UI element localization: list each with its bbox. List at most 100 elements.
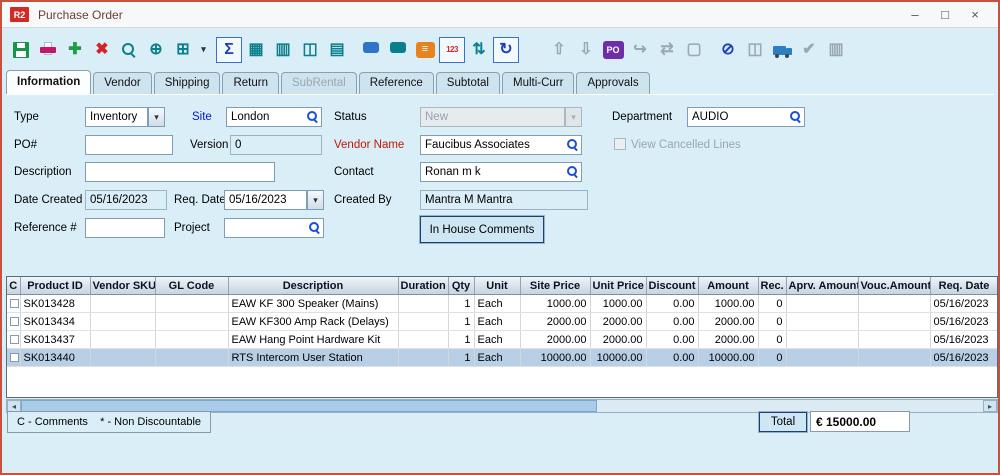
table-cell[interactable]: 2000.00: [520, 313, 590, 331]
table-cell[interactable]: [155, 313, 228, 331]
table-cell[interactable]: [786, 349, 858, 367]
search-icon[interactable]: [116, 37, 142, 63]
table-cell[interactable]: [90, 313, 155, 331]
column-header-gl-code[interactable]: GL Code: [155, 277, 228, 295]
column-header-vendor-sku[interactable]: Vendor SKU: [90, 277, 155, 295]
lookup-icon[interactable]: ▥: [270, 37, 296, 63]
table-cell[interactable]: 1: [448, 313, 474, 331]
column-header-description[interactable]: Description: [228, 277, 398, 295]
table-cell[interactable]: [858, 313, 930, 331]
print-icon[interactable]: [35, 37, 61, 63]
column-header-c[interactable]: C: [7, 277, 20, 295]
zoom-icon[interactable]: ⊕: [143, 37, 169, 63]
recalculate-icon[interactable]: 123: [439, 37, 465, 63]
more-dropdown-icon[interactable]: ▾: [197, 37, 210, 63]
table-row[interactable]: SK013428EAW KF 300 Speaker (Mains)1Each1…: [7, 295, 998, 313]
table-cell[interactable]: [155, 331, 228, 349]
table-cell[interactable]: Each: [474, 331, 520, 349]
grid-view-icon[interactable]: ▦: [243, 37, 269, 63]
line-checkbox[interactable]: [10, 317, 19, 326]
table-cell[interactable]: 1000.00: [520, 295, 590, 313]
table-cell[interactable]: SK013440: [20, 349, 90, 367]
tab-approvals[interactable]: Approvals: [576, 72, 649, 94]
table-cell[interactable]: 2000.00: [698, 331, 758, 349]
table-cell[interactable]: 10000.00: [520, 349, 590, 367]
table-cell[interactable]: [786, 331, 858, 349]
column-header-rec-[interactable]: Rec.: [758, 277, 786, 295]
table-cell[interactable]: 0: [758, 313, 786, 331]
table-cell[interactable]: 0: [758, 349, 786, 367]
ship-truck-icon[interactable]: [769, 37, 795, 63]
container-icon[interactable]: ≡: [412, 37, 438, 63]
line-checkbox[interactable]: [10, 335, 19, 344]
column-header-amount[interactable]: Amount: [698, 277, 758, 295]
table-row[interactable]: SK013440RTS Intercom User Station1Each10…: [7, 349, 998, 367]
layers-icon[interactable]: ▤: [324, 37, 350, 63]
table-cell[interactable]: [155, 349, 228, 367]
chevron-down-icon[interactable]: ▾: [148, 107, 165, 127]
table-cell[interactable]: 05/16/2023: [930, 295, 998, 313]
table-cell[interactable]: 1000.00: [698, 295, 758, 313]
save-icon[interactable]: [8, 37, 34, 63]
cancel-po-icon[interactable]: ⊘: [715, 37, 741, 63]
in-house-comments-button[interactable]: In House Comments: [420, 216, 544, 243]
comments-icon[interactable]: [358, 37, 384, 63]
column-header-qty[interactable]: Qty: [448, 277, 474, 295]
table-cell[interactable]: EAW Hang Point Hardware Kit: [228, 331, 398, 349]
table-cell[interactable]: 0.00: [646, 349, 698, 367]
table-cell[interactable]: [858, 295, 930, 313]
table-row[interactable]: SK013434EAW KF300 Amp Rack (Delays)1Each…: [7, 313, 998, 331]
maximize-icon[interactable]: □: [930, 4, 960, 26]
description-input[interactable]: [85, 162, 275, 182]
department-search-icon[interactable]: [790, 111, 802, 123]
send-comments-icon[interactable]: [385, 37, 411, 63]
table-cell[interactable]: 0.00: [646, 313, 698, 331]
table-cell[interactable]: RTS Intercom User Station: [228, 349, 398, 367]
close-icon[interactable]: ×: [960, 4, 990, 26]
table-cell[interactable]: 0: [758, 331, 786, 349]
reference-input[interactable]: [85, 218, 165, 238]
site-search-icon[interactable]: [307, 111, 319, 123]
column-header-unit-price[interactable]: Unit Price: [590, 277, 646, 295]
table-cell[interactable]: [90, 331, 155, 349]
table-cell[interactable]: [398, 295, 448, 313]
column-header-unit[interactable]: Unit: [474, 277, 520, 295]
table-cell[interactable]: [786, 313, 858, 331]
table-cell[interactable]: [858, 331, 930, 349]
table-cell[interactable]: [155, 295, 228, 313]
refresh-icon[interactable]: ↻: [493, 37, 519, 63]
table-cell[interactable]: 05/16/2023: [930, 313, 998, 331]
table-cell[interactable]: [90, 295, 155, 313]
scroll-right-icon[interactable]: ▸: [983, 400, 997, 412]
table-cell[interactable]: 1: [448, 331, 474, 349]
table-cell[interactable]: EAW KF300 Amp Rack (Delays): [228, 313, 398, 331]
tab-vendor[interactable]: Vendor: [93, 72, 151, 94]
table-cell[interactable]: 0: [758, 295, 786, 313]
tab-reference[interactable]: Reference: [359, 72, 434, 94]
table-cell[interactable]: Each: [474, 349, 520, 367]
table-cell[interactable]: 05/16/2023: [930, 331, 998, 349]
project-search-icon[interactable]: [309, 222, 321, 234]
table-cell[interactable]: 0.00: [646, 331, 698, 349]
contact-input[interactable]: [420, 162, 582, 182]
column-header-product-id[interactable]: Product ID: [20, 277, 90, 295]
column-header-vouc-amount[interactable]: Vouc.Amount: [858, 277, 930, 295]
table-cell[interactable]: 05/16/2023: [930, 349, 998, 367]
table-cell[interactable]: 1000.00: [590, 295, 646, 313]
tab-shipping[interactable]: Shipping: [154, 72, 221, 94]
summary-icon[interactable]: Σ: [216, 37, 242, 63]
table-cell[interactable]: 2000.00: [698, 313, 758, 331]
contact-search-icon[interactable]: [567, 166, 579, 178]
table-cell[interactable]: [90, 349, 155, 367]
table-row[interactable]: SK013437EAW Hang Point Hardware Kit1Each…: [7, 331, 998, 349]
table-cell[interactable]: EAW KF 300 Speaker (Mains): [228, 295, 398, 313]
table-cell[interactable]: 10000.00: [698, 349, 758, 367]
line-checkbox[interactable]: [10, 299, 19, 308]
panel-view-icon[interactable]: ◫: [297, 37, 323, 63]
table-cell[interactable]: Each: [474, 313, 520, 331]
vendor-search-icon[interactable]: [567, 139, 579, 151]
table-cell[interactable]: 1: [448, 349, 474, 367]
table-cell[interactable]: [7, 331, 20, 349]
table-cell[interactable]: 0.00: [646, 295, 698, 313]
table-cell[interactable]: [7, 295, 20, 313]
